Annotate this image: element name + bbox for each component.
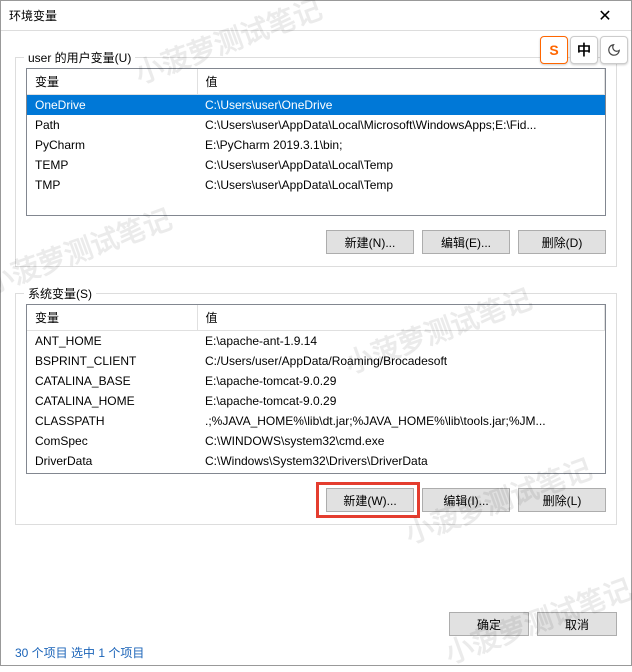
val-cell: .;%JAVA_HOME%\lib\dt.jar;%JAVA_HOME%\lib…: [197, 411, 605, 431]
var-cell: ANT_HOME: [27, 331, 197, 352]
var-cell: Path: [27, 115, 197, 135]
cancel-button[interactable]: 取消: [537, 612, 617, 636]
var-cell: PyCharm: [27, 135, 197, 155]
env-var-dialog: 环境变量 ✕ S 中 user 的用户变量(U) 变量 值 OneDr: [0, 0, 632, 666]
system-group-label: 系统变量(S): [24, 285, 96, 302]
dialog-button-row: 确定 取消: [1, 602, 631, 640]
val-cell: C:\Windows\System32\Drivers\DriverData: [197, 451, 605, 471]
ime-badges: S 中: [540, 36, 628, 64]
var-cell: ComSpec: [27, 431, 197, 451]
table-row[interactable]: OneDriveC:\Users\user\OneDrive: [27, 95, 605, 116]
system-variables-table[interactable]: 变量 值 ANT_HOMEE:\apache-ant-1.9.14BSPRINT…: [26, 304, 606, 474]
system-edit-button[interactable]: 编辑(I)...: [422, 488, 510, 512]
user-col-val[interactable]: 值: [197, 69, 605, 95]
system-delete-button[interactable]: 删除(L): [518, 488, 606, 512]
user-variables-group: user 的用户变量(U) 变量 值 OneDriveC:\Users\user…: [15, 57, 617, 267]
table-row[interactable]: TMPC:\Users\user\AppData\Local\Temp: [27, 175, 605, 195]
val-cell: C:\Users\user\OneDrive: [197, 95, 605, 116]
table-row[interactable]: PyCharmE:\PyCharm 2019.3.1\bin;: [27, 135, 605, 155]
system-button-row: 新建(W)... 编辑(I)... 删除(L): [26, 488, 606, 512]
window-title: 环境变量: [9, 7, 585, 24]
close-button[interactable]: ✕: [585, 2, 625, 30]
val-cell: C:\WINDOWS\system32\cmd.exe: [197, 431, 605, 451]
user-delete-button[interactable]: 删除(D): [518, 230, 606, 254]
table-row[interactable]: DriverDataC:\Windows\System32\Drivers\Dr…: [27, 451, 605, 471]
val-cell: C:/Users/user/AppData/Roaming/Brocadesof…: [197, 351, 605, 371]
var-cell: CATALINA_BASE: [27, 371, 197, 391]
var-cell: OneDrive: [27, 95, 197, 116]
ok-button[interactable]: 确定: [449, 612, 529, 636]
ime-zhong-icon[interactable]: 中: [570, 36, 598, 64]
table-row[interactable]: TEMPC:\Users\user\AppData\Local\Temp: [27, 155, 605, 175]
ime-sogou-icon[interactable]: S: [540, 36, 568, 64]
status-bar: 30 个项目 选中 1 个项目: [1, 640, 631, 665]
val-cell: E:\apache-tomcat-9.0.29: [197, 391, 605, 411]
sys-col-val[interactable]: 值: [197, 305, 605, 331]
table-row[interactable]: PathC:\Users\user\AppData\Local\Microsof…: [27, 115, 605, 135]
user-col-var[interactable]: 变量: [27, 69, 197, 95]
var-cell: CLASSPATH: [27, 411, 197, 431]
system-new-button[interactable]: 新建(W)...: [326, 488, 414, 512]
table-row[interactable]: CATALINA_BASEE:\apache-tomcat-9.0.29: [27, 371, 605, 391]
ime-moon-icon[interactable]: [600, 36, 628, 64]
val-cell: E:\apache-ant-1.9.14: [197, 331, 605, 352]
val-cell: C:\Users\user\AppData\Local\Temp: [197, 175, 605, 195]
table-row[interactable]: CLASSPATH.;%JAVA_HOME%\lib\dt.jar;%JAVA_…: [27, 411, 605, 431]
var-cell: BSPRINT_CLIENT: [27, 351, 197, 371]
var-cell: TEMP: [27, 155, 197, 175]
user-group-label: user 的用户变量(U): [24, 49, 135, 66]
user-variables-table[interactable]: 变量 值 OneDriveC:\Users\user\OneDrivePathC…: [26, 68, 606, 216]
val-cell: E:\apache-tomcat-9.0.29: [197, 371, 605, 391]
table-row[interactable]: ComSpecC:\WINDOWS\system32\cmd.exe: [27, 431, 605, 451]
table-row[interactable]: CATALINA_HOMEE:\apache-tomcat-9.0.29: [27, 391, 605, 411]
var-cell: TMP: [27, 175, 197, 195]
var-cell: CATALINA_HOME: [27, 391, 197, 411]
table-row[interactable]: ANT_HOMEE:\apache-ant-1.9.14: [27, 331, 605, 352]
titlebar: 环境变量 ✕: [1, 1, 631, 31]
val-cell: E:\PyCharm 2019.3.1\bin;: [197, 135, 605, 155]
dialog-content: user 的用户变量(U) 变量 值 OneDriveC:\Users\user…: [1, 31, 631, 602]
val-cell: C:\Users\user\AppData\Local\Temp: [197, 155, 605, 175]
var-cell: DriverData: [27, 451, 197, 471]
system-variables-group: 系统变量(S) 变量 值 ANT_HOMEE:\apache-ant-1.9.1…: [15, 293, 617, 525]
sys-col-var[interactable]: 变量: [27, 305, 197, 331]
table-row[interactable]: BSPRINT_CLIENTC:/Users/user/AppData/Roam…: [27, 351, 605, 371]
user-new-button[interactable]: 新建(N)...: [326, 230, 414, 254]
val-cell: C:\Users\user\AppData\Local\Microsoft\Wi…: [197, 115, 605, 135]
user-button-row: 新建(N)... 编辑(E)... 删除(D): [26, 230, 606, 254]
user-edit-button[interactable]: 编辑(E)...: [422, 230, 510, 254]
